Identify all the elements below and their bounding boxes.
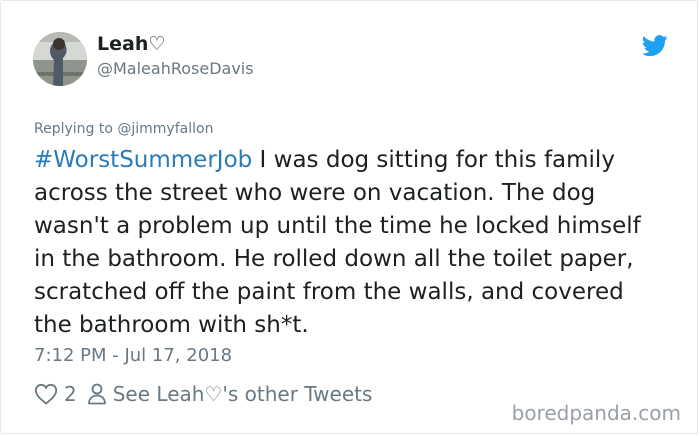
tweet-timestamp[interactable]: 7:12 PM - Jul 17, 2018 [34, 345, 232, 366]
person-icon [87, 383, 106, 405]
avatar[interactable] [33, 32, 87, 86]
reply-context[interactable]: Replying to @jimmyfallon [34, 121, 213, 137]
avatar-photo [33, 32, 87, 86]
see-other-tweets-link[interactable]: See Leah♡'s other Tweets [87, 382, 373, 406]
tweet-line-text: I was dog sitting for this family [252, 147, 615, 173]
tweet-actions: 2 See Leah♡'s other Tweets [34, 381, 372, 407]
tweet-line: scratched off the paint from the walls, … [34, 279, 624, 305]
tweet-line: in the bathroom. He rolled down all the … [34, 246, 634, 272]
author-display-name[interactable]: Leah♡ [97, 33, 165, 55]
twitter-bird-icon[interactable] [642, 35, 668, 57]
like-button[interactable]: 2 [34, 382, 77, 406]
tweet-line: #WorstSummerJob I was dog sitting for th… [34, 144, 674, 177]
watermark: boredpanda.com [511, 401, 681, 425]
tweet-line: across the street who were on vacation. … [34, 180, 596, 206]
tweet-line: wasn't a problem up until the time he lo… [34, 213, 641, 239]
like-count: 2 [64, 382, 77, 406]
heart-icon [34, 383, 58, 405]
tweet-text: #WorstSummerJob I was dog sitting for th… [34, 144, 674, 342]
hashtag-link[interactable]: #WorstSummerJob [34, 147, 252, 173]
see-other-tweets-label: See Leah♡'s other Tweets [112, 382, 373, 406]
tweet-line: the bathroom with sh*t. [34, 312, 309, 338]
tweet-card: Leah♡ @MaleahRoseDavis Replying to @jimm… [0, 0, 698, 434]
author-handle[interactable]: @MaleahRoseDavis [97, 59, 254, 78]
